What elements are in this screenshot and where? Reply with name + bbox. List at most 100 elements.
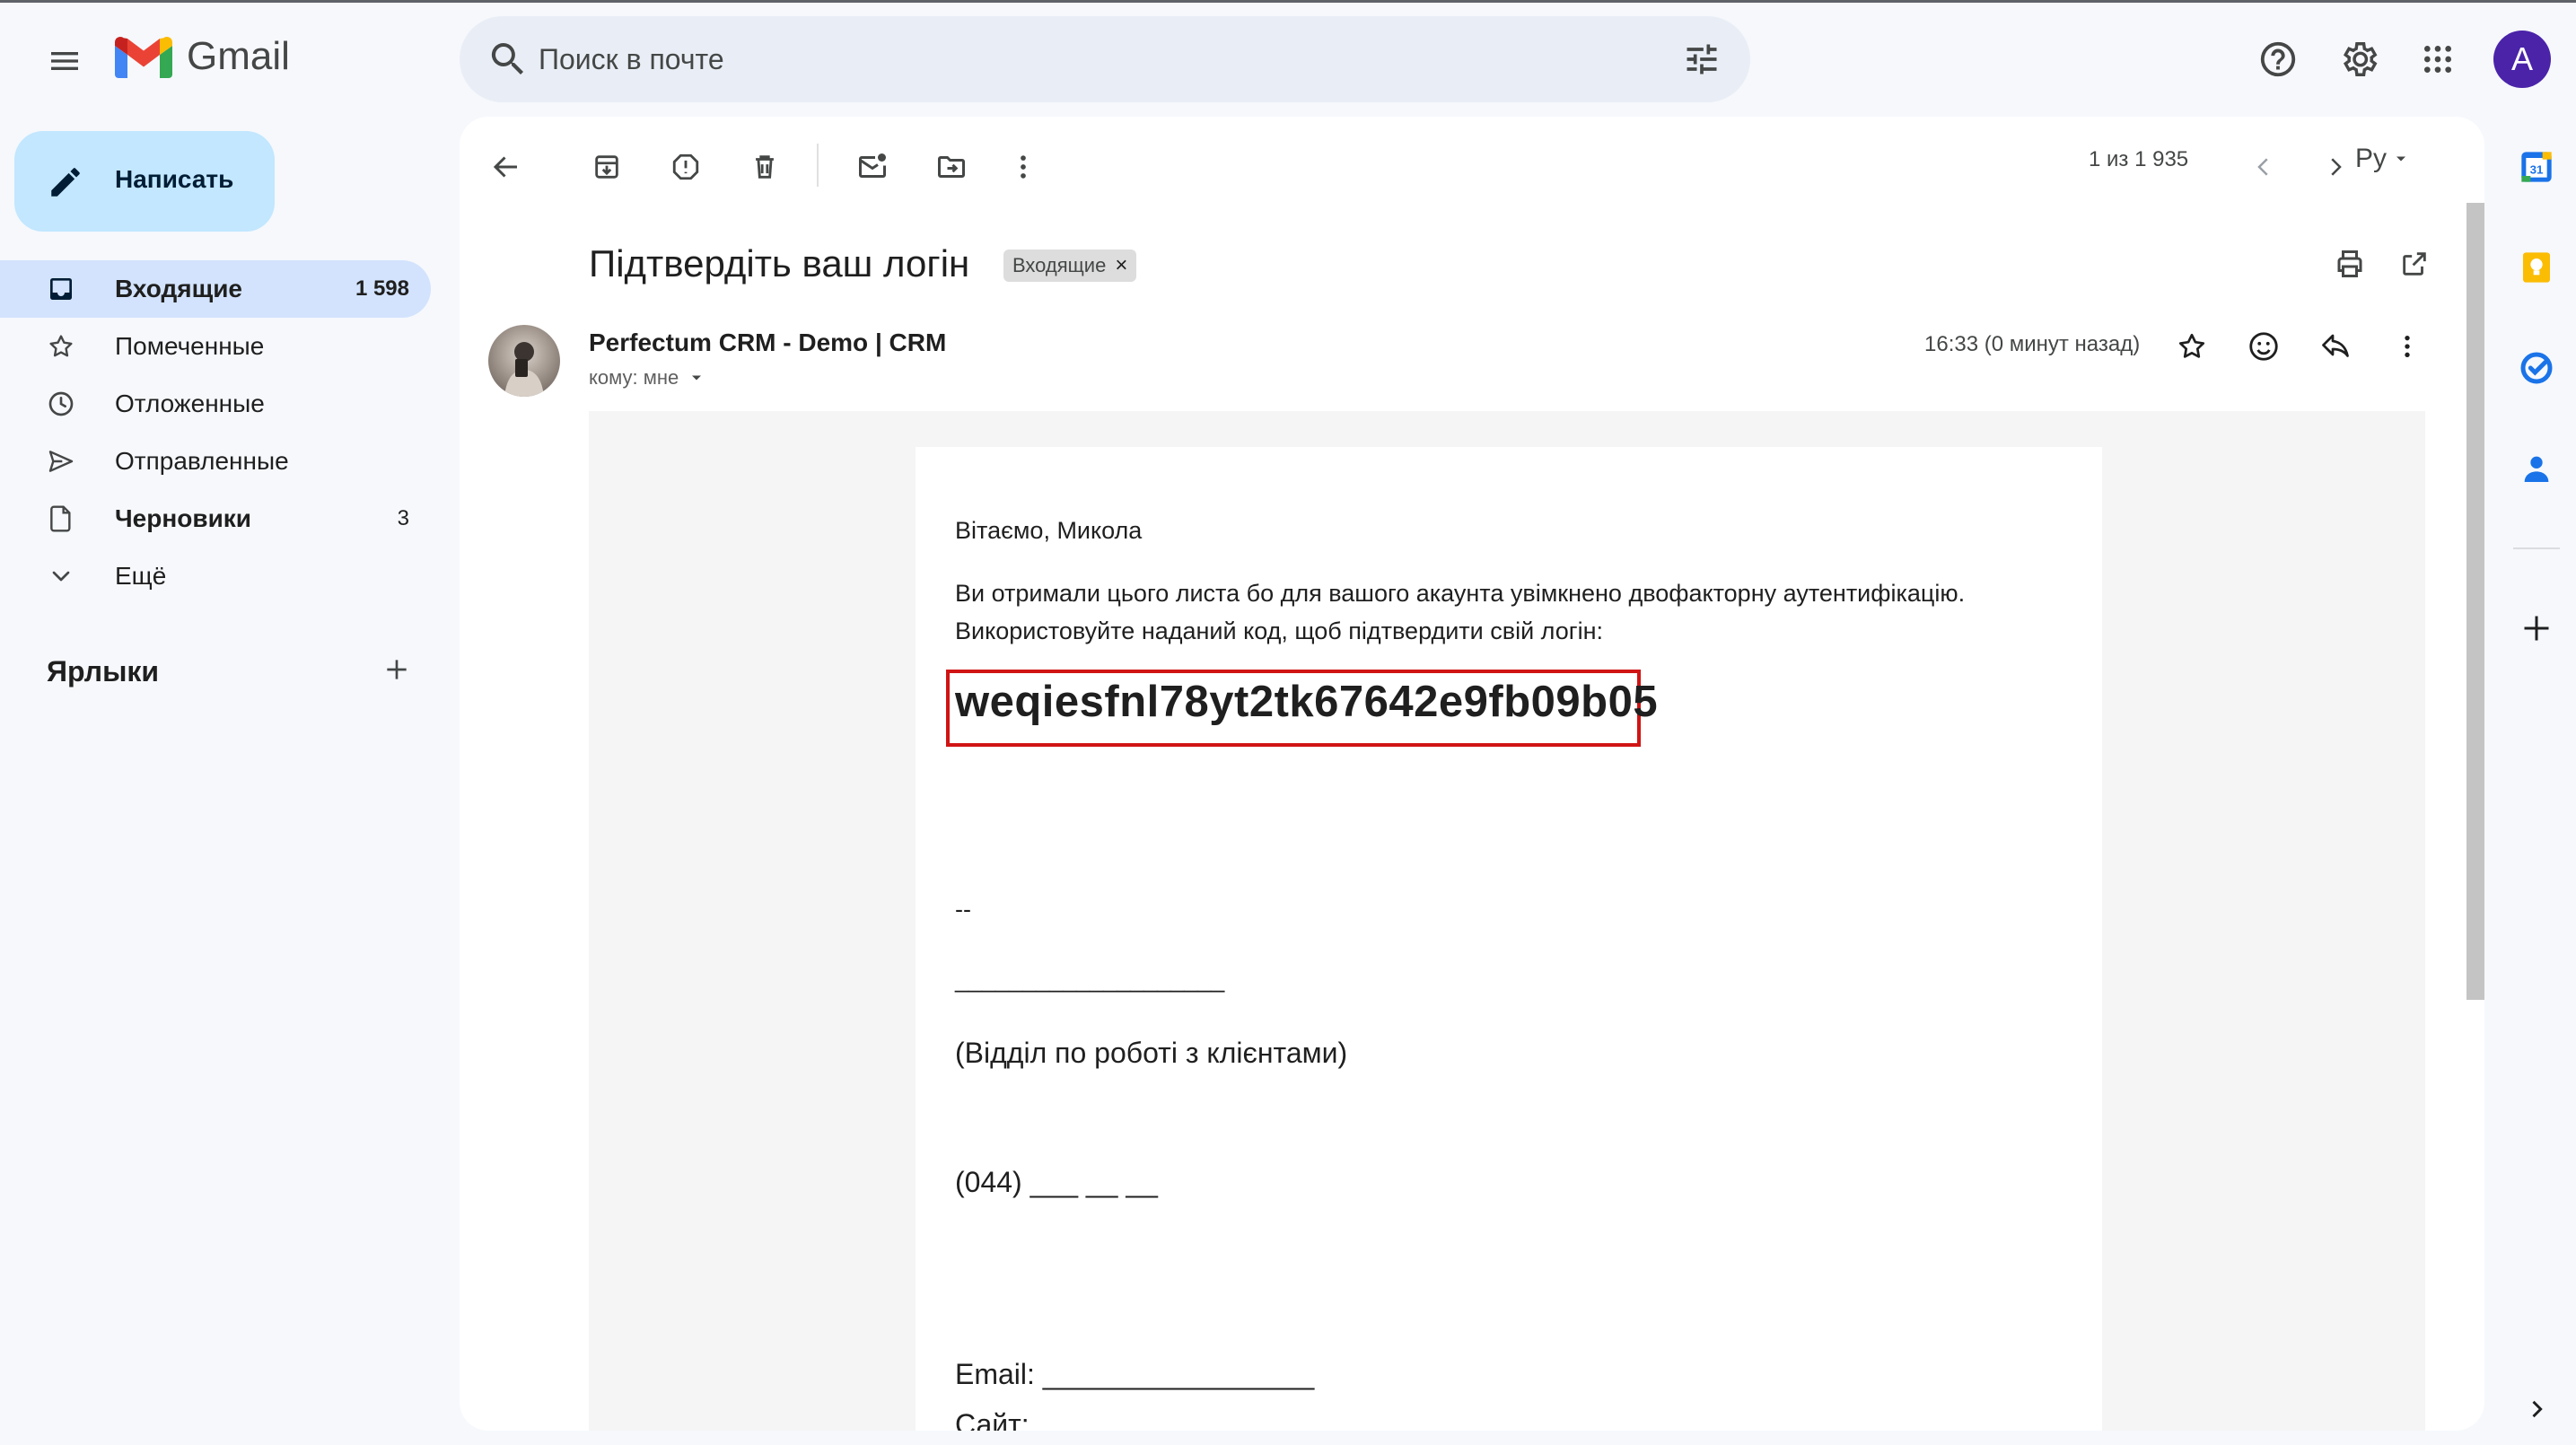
remove-label-icon[interactable]: × (1115, 253, 1127, 278)
tasks-app-button[interactable] (2504, 336, 2569, 400)
recipient-details[interactable]: кому: мне (589, 366, 705, 390)
newer-button[interactable] (2235, 138, 2292, 196)
report-spam-button[interactable] (657, 138, 714, 196)
search-icon[interactable] (486, 38, 530, 81)
report-spam-icon (672, 153, 699, 180)
sidebar-nav: Входящие 1 598 Помеченные Отложенные Отп… (0, 260, 431, 605)
help-button[interactable] (2246, 27, 2310, 92)
sidebar-item-more[interactable]: Ещё (0, 547, 431, 605)
keep-app-button[interactable] (2504, 235, 2569, 300)
print-button[interactable] (2321, 235, 2379, 293)
more-vert-icon (2405, 336, 2410, 357)
recipient-text: кому: мне (589, 366, 679, 389)
sidebar-item-starred[interactable]: Помеченные (0, 318, 431, 375)
email-line-1: Ви отримали цього листа бо для вашого ак… (955, 580, 1966, 607)
archive-icon (595, 155, 618, 179)
main-menu-button[interactable] (32, 29, 97, 93)
contacts-app-button[interactable] (2504, 436, 2569, 501)
chevron-right-icon (2532, 1400, 2543, 1418)
compose-label: Написать (115, 165, 234, 193)
create-label-button[interactable] (379, 652, 415, 687)
sidebar-item-label: Ещё (115, 562, 167, 590)
back-button[interactable] (478, 138, 535, 196)
message-more-button[interactable] (2379, 318, 2436, 375)
reply-button[interactable] (2307, 318, 2364, 375)
menu-icon (51, 52, 78, 70)
pencil-icon (51, 168, 80, 197)
get-addons-button[interactable] (2504, 596, 2569, 661)
svg-text:31: 31 (2530, 163, 2544, 177)
add-reaction-button[interactable] (2235, 318, 2292, 375)
plus-icon (2524, 616, 2549, 641)
move-to-button[interactable] (923, 138, 980, 196)
search-bar[interactable] (460, 16, 1750, 102)
back-arrow-icon (493, 156, 517, 178)
verification-code: weqiesfnl78yt2tk67642e9fb09b05 (955, 678, 1659, 726)
email-line-2: Використовуйте наданий код, щоб підтверд… (955, 617, 1604, 644)
apps-icon (2424, 46, 2451, 73)
label-chip-text: Входящие (1012, 254, 1107, 276)
signature-department: (Відділ по роботі з клієнтами) (955, 1037, 1348, 1069)
contacts-icon (2524, 456, 2549, 482)
gmail-logo-text: Gmail (187, 34, 290, 78)
email-greeting: Вітаємо, Микола (955, 517, 1143, 544)
signature-line: ____________________ (955, 966, 1225, 993)
star-message-button[interactable] (2163, 318, 2221, 375)
tasks-icon (2520, 352, 2553, 384)
tune-icon[interactable] (1682, 39, 1722, 79)
message-timestamp: 16:33 (0 минут назад) (1924, 332, 2141, 356)
compose-button[interactable]: Написать (14, 131, 275, 232)
sidebar-item-drafts[interactable]: Черновики 3 (0, 490, 431, 547)
archive-button[interactable] (578, 138, 635, 196)
gmail-logo[interactable]: Gmail (115, 34, 290, 79)
show-side-panel-button[interactable] (2504, 1377, 2569, 1441)
side-panel-divider (2513, 547, 2560, 549)
sidebar-item-inbox[interactable]: Входящие 1 598 (0, 260, 431, 318)
signature-dash: -- (955, 896, 971, 923)
mark-unread-icon (859, 153, 886, 178)
search-input[interactable] (539, 16, 1616, 102)
input-tools-button[interactable]: Ру (2355, 144, 2410, 174)
input-language-label: Ру (2355, 144, 2388, 173)
email-subject: Підтвердіть ваш логін (589, 242, 970, 285)
mark-unread-button[interactable] (844, 138, 901, 196)
open-new-window-icon (2403, 252, 2426, 276)
clock-icon (48, 391, 74, 416)
sidebar-item-sent[interactable]: Отправленные (0, 433, 431, 490)
dropdown-arrow-icon (2396, 156, 2406, 162)
labels-section-title: Ярлыки (47, 655, 160, 687)
print-icon (2337, 250, 2362, 277)
chevron-right-icon (2331, 158, 2342, 176)
help-icon (2260, 41, 2296, 77)
star-icon (2178, 333, 2205, 358)
sidebar-item-label: Отправленные (115, 447, 289, 475)
sidebar-item-label: Входящие (115, 275, 242, 302)
sender-photo-icon (504, 342, 544, 397)
star-icon (49, 335, 73, 357)
inbox-label-chip[interactable]: Входящие × (1003, 250, 1137, 282)
gmail-m-icon (115, 36, 172, 78)
message-view: 1 из 1 935 Ру Підтвердіть ваш логін Вход… (460, 117, 2484, 1431)
scrollbar-thumb[interactable] (2466, 203, 2484, 1000)
move-to-icon (938, 156, 965, 178)
sidebar-item-snoozed[interactable]: Отложенные (0, 375, 431, 433)
send-icon (48, 451, 74, 472)
signature-phone: (044) ___ __ __ (955, 1166, 1158, 1198)
emoji-icon (2249, 332, 2278, 361)
signature-site: Сайт: (955, 1408, 1030, 1431)
calendar-icon: 31 (2521, 152, 2552, 182)
more-vert-icon (1021, 155, 1026, 179)
delete-button[interactable] (736, 138, 793, 196)
account-avatar[interactable]: A (2493, 31, 2551, 88)
sender-avatar[interactable] (488, 325, 560, 397)
more-actions-button[interactable] (994, 138, 1052, 196)
google-apps-button[interactable] (2405, 27, 2470, 92)
chevron-down-icon (692, 375, 702, 381)
sender-name[interactable]: Perfectum CRM - Demo | CRM (589, 328, 946, 357)
unread-count: 1 598 (355, 276, 409, 301)
open-new-window-button[interactable] (2386, 235, 2443, 293)
settings-button[interactable] (2326, 27, 2391, 92)
chevron-left-icon (2257, 158, 2268, 176)
chevron-down-icon (52, 571, 70, 582)
calendar-app-button[interactable]: 31 (2504, 135, 2569, 199)
